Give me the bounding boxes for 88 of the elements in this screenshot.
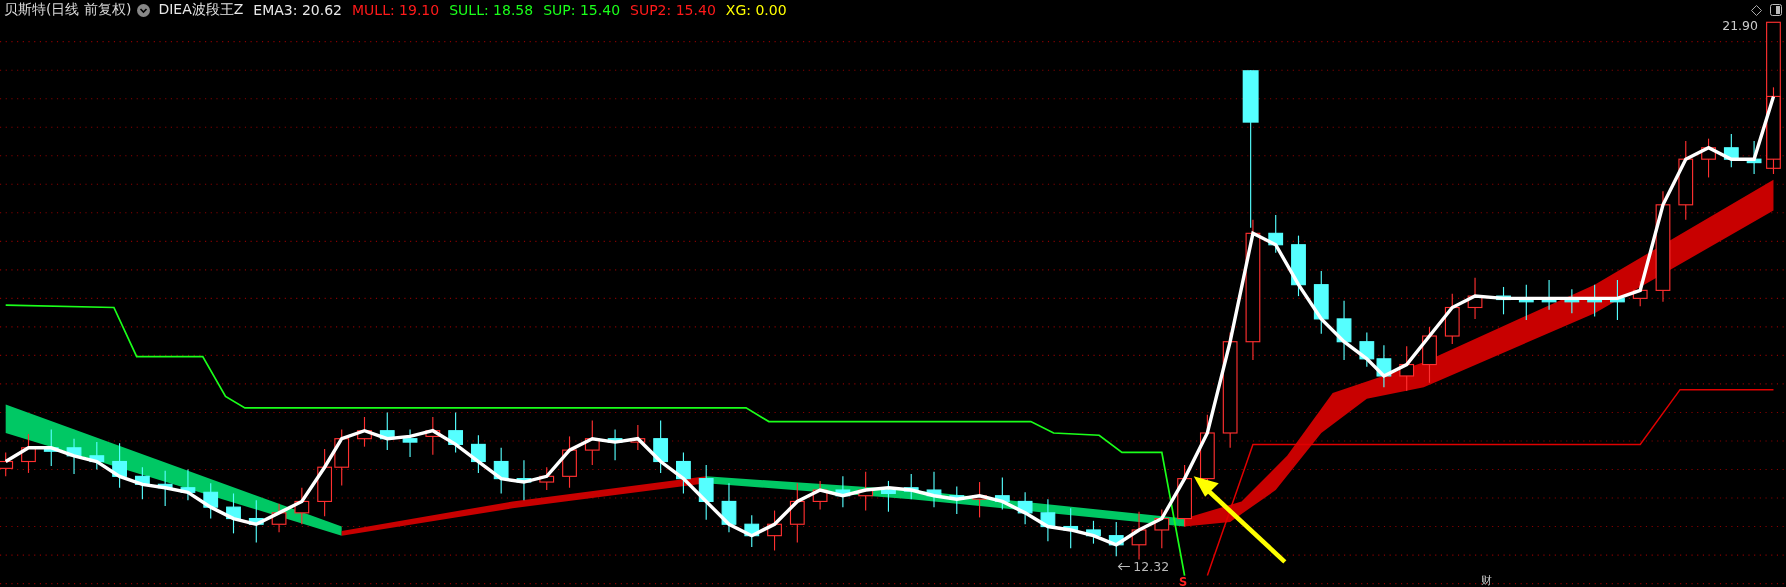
candlestick bbox=[858, 471, 874, 512]
candlestick bbox=[66, 438, 82, 475]
candlestick bbox=[1723, 133, 1739, 168]
candlestick bbox=[294, 487, 310, 525]
diamond-icon[interactable] bbox=[1751, 4, 1762, 16]
candlestick bbox=[994, 476, 1010, 510]
candlestick bbox=[357, 416, 372, 448]
candlestick bbox=[1518, 284, 1534, 321]
indicator-reading: SUP2: 15.40 bbox=[630, 2, 716, 18]
candlestick bbox=[493, 447, 509, 494]
candlestick bbox=[203, 482, 219, 520]
candlestick bbox=[402, 429, 418, 458]
candlestick bbox=[1268, 214, 1284, 254]
sell-signal: S bbox=[1178, 574, 1188, 587]
candlestick bbox=[1564, 288, 1580, 314]
low-price-label: 12.32 bbox=[1133, 559, 1170, 575]
finance-badge[interactable]: 财 bbox=[1480, 572, 1492, 587]
candlestick bbox=[1359, 332, 1375, 368]
candlestick bbox=[43, 429, 59, 467]
indicator-reading: MULL: 19.10 bbox=[352, 2, 440, 18]
candlestick bbox=[112, 442, 127, 489]
candlestick bbox=[516, 459, 532, 501]
candlestick bbox=[698, 464, 714, 521]
candlestick bbox=[562, 435, 577, 489]
candlestick bbox=[134, 466, 150, 500]
candlestick bbox=[448, 411, 463, 453]
candlestick bbox=[630, 424, 646, 451]
candlestick bbox=[1376, 344, 1392, 388]
candlestick bbox=[1444, 293, 1460, 345]
candlestick bbox=[1467, 277, 1483, 320]
candlestick bbox=[835, 475, 851, 508]
candlestick bbox=[721, 482, 737, 533]
candlestick bbox=[1541, 279, 1557, 311]
candlestick bbox=[789, 482, 805, 544]
candlestick bbox=[1399, 345, 1415, 392]
indicator-reading: SUP: 15.40 bbox=[543, 2, 621, 18]
candlestick bbox=[379, 411, 395, 451]
candlestick bbox=[539, 466, 555, 491]
indicator-reading: EMA3: 20.62 bbox=[253, 2, 342, 18]
candlestick bbox=[157, 470, 173, 507]
candlestick bbox=[1017, 491, 1033, 525]
candlestick bbox=[949, 486, 965, 515]
candlestick bbox=[812, 480, 828, 510]
candlestick bbox=[767, 510, 782, 552]
candlestick bbox=[926, 471, 942, 508]
candlestick bbox=[676, 451, 691, 494]
stock-title: 贝斯特(日线 前复权) bbox=[4, 1, 132, 19]
candlestick bbox=[271, 503, 287, 533]
candlestick bbox=[1177, 464, 1192, 528]
candlestick bbox=[584, 419, 600, 466]
candlestick bbox=[1040, 498, 1056, 542]
candlestick bbox=[1313, 270, 1329, 335]
candlestick bbox=[471, 434, 486, 474]
candlestick bbox=[607, 429, 623, 461]
candlestick bbox=[744, 514, 760, 548]
candlestick bbox=[653, 419, 669, 474]
high-price-label: 21.90 bbox=[1722, 20, 1759, 34]
candlestick bbox=[1610, 279, 1625, 321]
candlestick bbox=[180, 468, 196, 501]
dropdown-icon[interactable] bbox=[137, 3, 151, 17]
candlestick bbox=[425, 416, 441, 456]
candlestick bbox=[1086, 520, 1101, 545]
candlestick bbox=[1063, 507, 1079, 549]
candlestick bbox=[1291, 235, 1306, 297]
candlestick bbox=[1632, 280, 1648, 307]
candlestick bbox=[1131, 511, 1147, 561]
candlestick bbox=[21, 433, 36, 474]
indicator-reading: XG: 0.00 bbox=[725, 2, 787, 18]
candlestick bbox=[89, 441, 105, 471]
pointer-arrow-icon bbox=[1117, 562, 1131, 571]
panel-toggle-icon[interactable] bbox=[1770, 4, 1782, 16]
indicator-name: DIEA波段王Z bbox=[158, 1, 244, 19]
candlestick bbox=[1746, 140, 1762, 175]
candlestick bbox=[1496, 286, 1511, 315]
candlestick bbox=[881, 480, 896, 513]
candlestick bbox=[248, 499, 264, 544]
candlestick bbox=[1336, 300, 1352, 361]
candlestick bbox=[1587, 284, 1603, 318]
candlestick bbox=[334, 429, 350, 487]
candlestick bbox=[1108, 521, 1124, 557]
candlestick bbox=[1154, 508, 1170, 549]
candlestick bbox=[903, 473, 919, 500]
candlestick bbox=[226, 492, 241, 534]
candlestick bbox=[1701, 138, 1716, 178]
indicator-reading: SULL: 18.58 bbox=[449, 2, 534, 18]
candlestick bbox=[1422, 326, 1437, 384]
candlestick bbox=[317, 448, 333, 517]
candlestick bbox=[972, 481, 987, 518]
